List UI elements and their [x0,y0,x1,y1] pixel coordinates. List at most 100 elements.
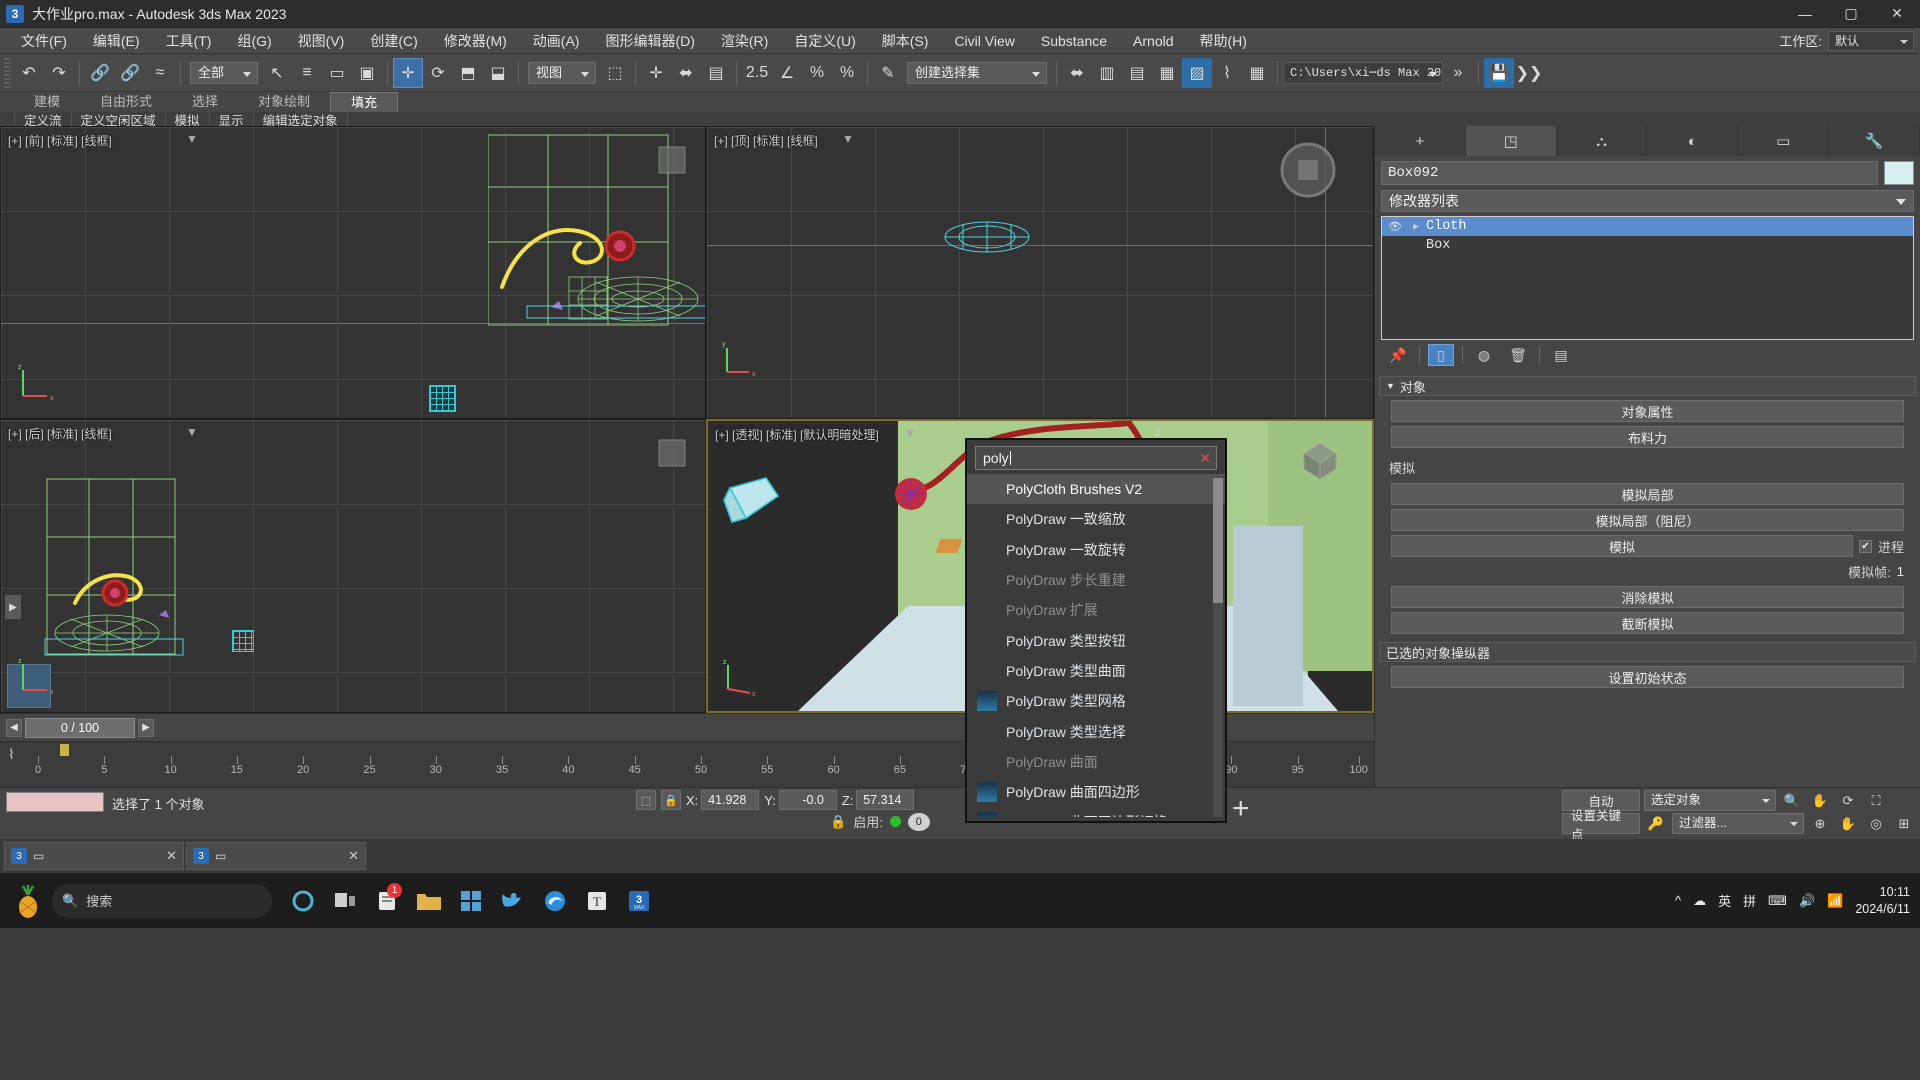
named-selection-set-select[interactable]: 创建选择集 [907,61,1047,84]
trackbar-curve-icon[interactable]: ⌇ [8,746,15,763]
select-and-link-icon[interactable]: 🔗 [85,58,115,88]
coord-x-input[interactable]: 41.928 [701,790,760,810]
render-setup-icon[interactable]: 💾 [1484,57,1514,88]
bind-space-warp-icon[interactable]: ≈ [145,58,175,88]
task-view-icon[interactable] [324,879,366,923]
zoom-icon[interactable]: 🔍 [1780,790,1804,811]
window-close-icon[interactable]: ✕ [166,848,177,864]
object-name-field[interactable]: Box092 [1381,161,1878,185]
volume-icon[interactable]: 🔊 [1799,893,1815,909]
absolute-relative-toggle[interactable]: ⬚ [636,790,656,810]
list-item[interactable]: PolyDraw 类型网格 [967,686,1225,716]
taskbar-clock[interactable]: 10:11 2024/6/11 [1855,884,1910,918]
maximize-button[interactable]: ▢ [1828,0,1874,28]
add-time-tag-icon[interactable]: + [1232,794,1250,824]
mirror-icon[interactable]: ⬌ [671,58,701,88]
action-search-results[interactable]: PolyCloth Brushes V2 PolyDraw 一致缩放 PolyD… [967,474,1225,817]
menu-tools[interactable]: 工具(T) [153,28,225,54]
notes-app-icon[interactable]: 1 [366,879,408,923]
pin-stack-icon[interactable]: 📌 [1385,344,1411,366]
set-key-button[interactable]: 设置关键点 [1562,809,1640,842]
menu-scripting[interactable]: 脚本(S) [869,28,942,54]
list-item[interactable]: PolyCloth Brushes V2 [967,474,1225,505]
modifier-stack[interactable]: 👁 ▶ Cloth Box [1381,216,1914,340]
keyframe-status-dot[interactable] [889,816,901,827]
time-next-frame-button[interactable]: ▶ [138,718,154,737]
selected-object-group-header[interactable]: 已选的对象操纵器 [1379,642,1916,662]
ime-language-icon[interactable]: 英 [1718,891,1731,910]
viewport-back[interactable]: [+] [后] [标准] [线框] ▼ z x ▶ [0,419,706,713]
align-tool-icon[interactable]: ▥ [1092,58,1122,88]
edge-browser-icon[interactable] [534,879,576,923]
list-item[interactable]: PolyDraw 类型选择 [967,716,1225,746]
select-and-scale-icon[interactable]: ⬒ [453,58,483,88]
menu-substance[interactable]: Substance [1028,28,1120,54]
placement-tool-icon[interactable]: ⬓ [483,58,513,88]
list-item[interactable]: PolyDraw 一致旋转 [967,535,1225,565]
mirror-tool-icon[interactable]: ⬌ [1062,58,1092,88]
viewport-back-funnel-icon[interactable]: ▼ [186,425,198,439]
file-explorer-icon[interactable] [408,879,450,923]
coord-z-input[interactable]: 57.314 [856,790,915,810]
list-item[interactable]: PolyDraw 扩展 [967,595,1225,625]
reference-coordinate-select[interactable]: 视图 [528,61,596,84]
configure-sets-icon[interactable]: ▤ [1548,344,1574,366]
app-window-button-2[interactable]: 3 ▭ ✕ [186,842,366,870]
show-end-result-icon[interactable]: ▯ [1428,344,1454,366]
simulate-button[interactable]: 模拟 [1391,535,1853,557]
ribbon-toggle-icon[interactable]: ▨ [1182,57,1212,88]
chevron-right-icon[interactable]: ▶ [1408,222,1424,232]
ribbon-tab-populate[interactable]: 填充 [330,92,399,112]
tab-hierarchy[interactable]: ⛬ [1557,126,1648,156]
modifier-list-select[interactable]: 修改器列表 [1381,190,1914,212]
cortana-icon[interactable] [282,879,324,923]
close-button[interactable]: ✕ [1874,0,1920,28]
remove-modifier-icon[interactable]: 🗑 [1505,344,1531,366]
schematic-view-icon[interactable]: ▦ [1242,58,1272,88]
tab-motion[interactable]: ◐ [1647,126,1739,156]
modifier-stack-item-box[interactable]: Box [1382,236,1913,255]
list-item[interactable]: PolyDraw 类型曲面 [967,656,1225,686]
selection-lock-icon[interactable]: 🔒 [661,790,681,810]
tab-modify[interactable]: ◳ [1465,126,1557,156]
tab-display[interactable]: ▭ [1738,126,1830,156]
ime-mode-icon[interactable]: 拼 [1743,891,1756,910]
rectangular-select-icon[interactable]: ▭ [322,58,352,88]
menu-animation[interactable]: 动画(A) [520,28,593,54]
keyboard-icon[interactable]: ⌨ [1768,893,1787,909]
select-and-rotate-icon[interactable]: ⟳ [423,58,453,88]
viewport-front-label[interactable]: [+] [前] [标准] [线框] [8,132,112,149]
taskbar-search[interactable]: 🔍 搜索 [52,883,272,918]
menu-arnold[interactable]: Arnold [1120,28,1186,54]
3dsmax-taskbar-icon[interactable]: 3 MAX [618,879,660,923]
use-pivot-center-icon[interactable]: ⬚ [600,58,630,88]
toolbar-overflow-icon[interactable]: » [1443,58,1473,88]
viewport-top-funnel-icon[interactable]: ▼ [842,132,854,146]
viewport-front-funnel-icon[interactable]: ▼ [186,132,198,146]
curve-editor-icon[interactable]: ⌇ [1212,58,1242,88]
select-and-move-icon[interactable]: ✛ [393,57,423,88]
select-object-icon[interactable]: ↖ [262,58,292,88]
viewport-perspective-funnel-icon[interactable]: ▼ [904,426,916,440]
keyframe-count[interactable]: 0 [907,812,930,831]
render-frame-icon[interactable]: ❯❯ [1514,58,1544,88]
key-filters-icon[interactable]: 🔑 [1644,813,1668,834]
angle-snap-icon[interactable]: ∠ [772,58,802,88]
undo-button[interactable]: ↶ [14,58,44,88]
bird-app-icon[interactable] [492,879,534,923]
app-window-button-1[interactable]: 3 ▭ ✕ [4,842,184,870]
truncate-simulation-button[interactable]: 截断模拟 [1391,612,1904,634]
toolbar-grip[interactable] [4,57,10,88]
ribbon-tab-selection[interactable]: 选择 [172,92,238,112]
keyframe-lock-icon[interactable]: 🔒 [830,814,846,830]
list-item[interactable]: PolyDraw 曲面四边形切换 [967,807,1225,817]
selected-object-select[interactable]: 选定对象 [1644,790,1776,811]
simulate-local-damped-button[interactable]: 模拟局部（阻尼） [1391,509,1904,531]
viewport-top[interactable]: [+] [顶] [标准] [线框] ▼ y x [706,126,1374,419]
window-restore-icon-2[interactable]: ▭ [215,849,226,863]
ribbon-tab-modeling[interactable]: 建模 [14,92,80,112]
zoom-region-icon[interactable]: ⊕ [1808,813,1832,834]
menu-views[interactable]: 视图(V) [285,28,358,54]
front-view-cube[interactable] [651,139,693,181]
list-item[interactable]: PolyDraw 曲面四边形 [967,777,1225,807]
